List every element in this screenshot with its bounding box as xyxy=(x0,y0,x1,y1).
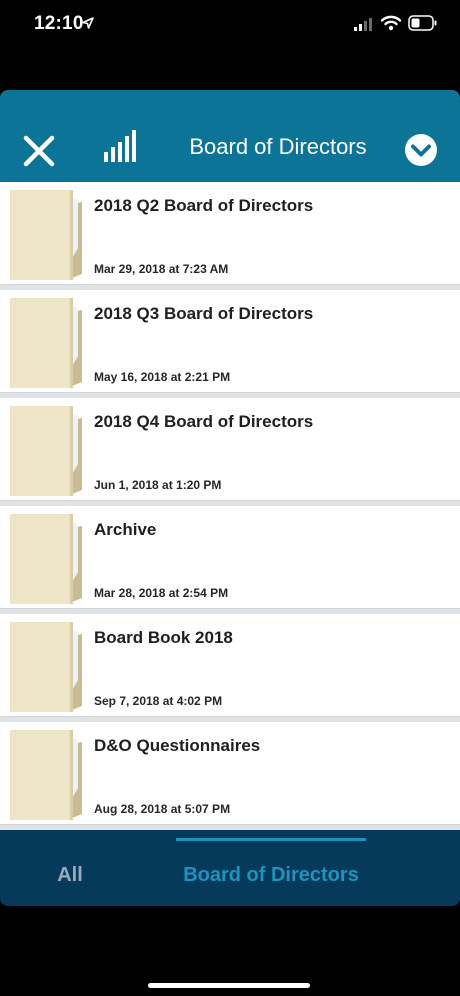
list-item[interactable]: Board Book 2018 Sep 7, 2018 at 4:02 PM xyxy=(0,614,460,717)
tab-board-of-directors[interactable]: Board of Directors xyxy=(176,838,366,906)
close-icon[interactable] xyxy=(23,135,55,167)
item-title: Board Book 2018 xyxy=(94,628,233,647)
header-title: Board of Directors xyxy=(189,134,367,159)
list-item[interactable]: 2018 Q2 Board of Directors Mar 29, 2018 … xyxy=(0,182,460,285)
status-bar: 12:10 xyxy=(0,0,460,50)
item-title: Archive xyxy=(94,520,157,539)
item-date: May 16, 2018 at 2:21 PM xyxy=(94,370,231,384)
item-title: 2018 Q2 Board of Directors xyxy=(94,196,314,215)
item-date: Mar 29, 2018 at 7:23 AM xyxy=(94,262,229,276)
item-date: Aug 28, 2018 at 5:07 PM xyxy=(94,802,231,816)
folder-list: 2018 Q2 Board of Directors Mar 29, 2018 … xyxy=(0,182,460,830)
list-item[interactable]: D&O Questionnaires Aug 28, 2018 at 5:07 … xyxy=(0,722,460,825)
item-date: Jun 1, 2018 at 1:20 PM xyxy=(94,478,222,492)
wifi-icon xyxy=(381,15,401,31)
battery-icon xyxy=(408,15,437,31)
chevron-down-icon[interactable] xyxy=(404,133,438,167)
item-date: Mar 28, 2018 at 2:54 PM xyxy=(94,586,229,600)
cellular-signal-icon xyxy=(354,18,372,31)
list-item[interactable]: 2018 Q4 Board of Directors Jun 1, 2018 a… xyxy=(0,398,460,501)
folder-icon xyxy=(10,298,82,388)
item-title: 2018 Q3 Board of Directors xyxy=(94,304,314,323)
tab-bar: All Board of Directors xyxy=(0,838,460,906)
item-title: 2018 Q4 Board of Directors xyxy=(94,412,314,431)
tab-label: All xyxy=(57,864,83,886)
status-time: 12:10 xyxy=(34,13,84,34)
folder-icon xyxy=(10,622,82,712)
tab-all[interactable]: All xyxy=(30,838,190,906)
signal-bars-icon[interactable] xyxy=(104,130,138,162)
folder-icon xyxy=(10,190,82,280)
list-item[interactable]: Archive Mar 28, 2018 at 2:54 PM xyxy=(0,506,460,609)
folder-icon xyxy=(10,514,82,604)
header-bar: Board of Directors xyxy=(0,90,460,182)
item-title: D&O Questionnaires xyxy=(94,736,261,755)
list-item[interactable]: 2018 Q3 Board of Directors May 16, 2018 … xyxy=(0,290,460,393)
folder-icon xyxy=(10,406,82,496)
folder-icon xyxy=(10,730,82,820)
tab-label: Board of Directors xyxy=(183,864,359,886)
item-date: Sep 7, 2018 at 4:02 PM xyxy=(94,694,223,708)
location-arrow-icon xyxy=(82,17,94,29)
active-tab-indicator xyxy=(176,838,366,841)
home-indicator[interactable] xyxy=(148,983,310,988)
app-window: Board of Directors 2018 Q2 Board of Dire… xyxy=(0,90,460,906)
